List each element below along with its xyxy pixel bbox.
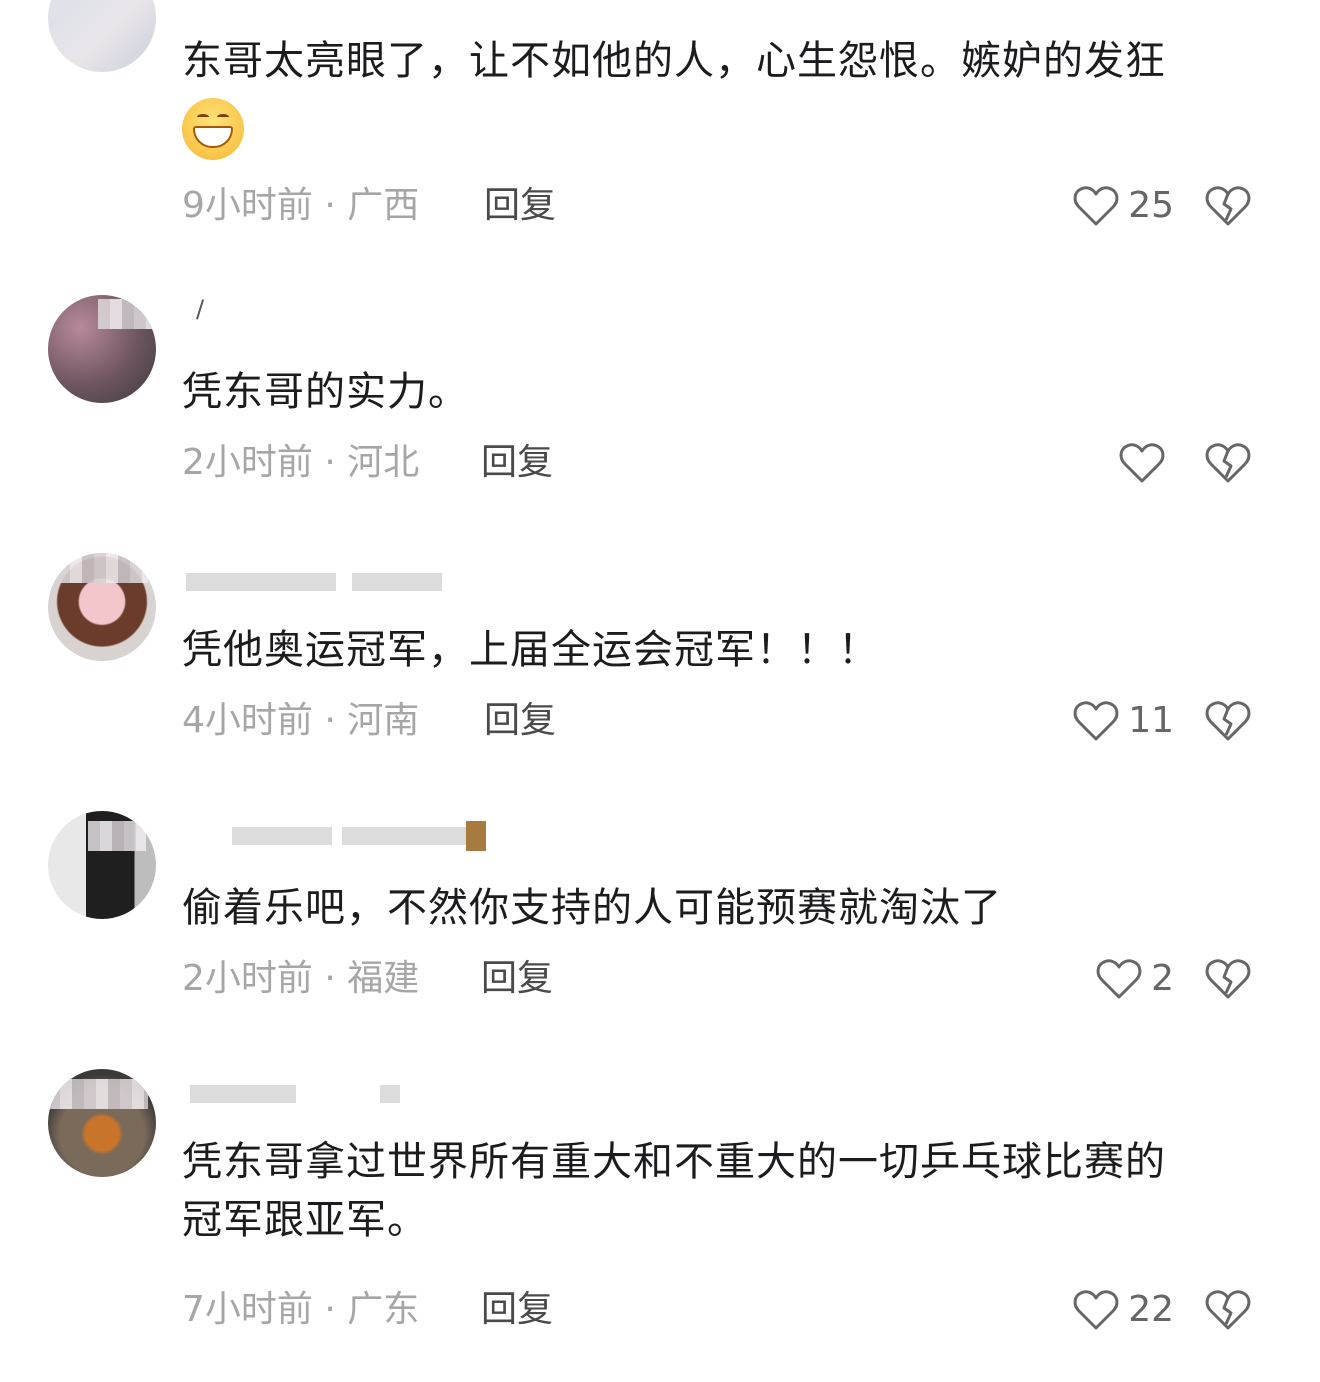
heart-outline-icon <box>1119 443 1165 483</box>
comment-meta: 4小时前 · 河南 回复 11 <box>182 699 1282 743</box>
comment-text: 凭东哥的实力。 <box>182 369 469 415</box>
like-button[interactable]: 25 <box>1072 184 1174 228</box>
reply-button[interactable]: 回复 <box>481 1288 553 1332</box>
avatar-blur <box>58 553 148 583</box>
broken-heart-icon <box>1205 959 1251 999</box>
dislike-button[interactable] <box>1204 441 1252 485</box>
grinning-face-icon <box>182 98 244 160</box>
comment-time-location: 4小时前 · 河南 <box>182 700 420 741</box>
reply-button[interactable]: 回复 <box>484 184 556 228</box>
dislike-button[interactable] <box>1204 1288 1252 1332</box>
like-button[interactable]: 11 <box>1072 699 1174 743</box>
username[interactable] <box>182 817 522 855</box>
heart-outline-icon <box>1096 959 1142 999</box>
username[interactable]: / <box>182 295 522 333</box>
comment-time-location: 9小时前 · 广西 <box>182 185 420 226</box>
heart-outline-icon <box>1073 701 1119 741</box>
username[interactable] <box>182 1075 522 1113</box>
dislike-button[interactable] <box>1204 699 1252 743</box>
comment-meta: 2小时前 · 河北 回复 <box>182 441 1282 485</box>
comment-meta: 2小时前 · 福建 回复 2 <box>182 957 1282 1001</box>
reply-button[interactable]: 回复 <box>481 957 553 1001</box>
reply-button[interactable]: 回复 <box>481 441 553 485</box>
comment-text: 凭他奥运冠军，上届全运会冠军！！！ <box>182 627 879 673</box>
comment-time-location: 7小时前 · 广东 <box>182 1289 420 1330</box>
heart-outline-icon <box>1073 186 1119 226</box>
comment-text: 凭东哥拿过世界所有重大和不重大的一切乒乓球比赛的 冠军跟亚军。 <box>182 1139 1166 1243</box>
broken-heart-icon <box>1205 1290 1251 1330</box>
comment-text: 东哥太亮眼了，让不如他的人，心生怨恨。嫉妒的发狂 <box>182 32 1272 160</box>
heart-outline-icon <box>1073 1290 1119 1330</box>
comment-text: 偷着乐吧，不然你支持的人可能预赛就淘汰了 <box>182 885 1002 931</box>
like-button[interactable]: 22 <box>1072 1288 1174 1332</box>
dislike-button[interactable] <box>1204 957 1252 1001</box>
like-button[interactable]: 2 <box>1095 957 1174 1001</box>
avatar[interactable] <box>48 295 156 403</box>
comment-time-location: 2小时前 · 福建 <box>182 958 420 999</box>
avatar-blur <box>88 821 146 851</box>
like-button[interactable] <box>1118 441 1174 485</box>
like-count: 2 <box>1151 958 1174 999</box>
like-count: 25 <box>1128 185 1174 226</box>
avatar[interactable] <box>48 1069 156 1177</box>
dislike-button[interactable] <box>1204 184 1252 228</box>
username[interactable] <box>182 553 522 591</box>
broken-heart-icon <box>1205 443 1251 483</box>
avatar-blur <box>98 299 156 329</box>
like-count: 22 <box>1128 1289 1174 1330</box>
avatar[interactable] <box>48 811 156 919</box>
avatar[interactable] <box>48 0 156 72</box>
like-count: 11 <box>1128 700 1174 741</box>
avatar[interactable] <box>48 553 156 661</box>
broken-heart-icon <box>1205 701 1251 741</box>
comment-meta: 7小时前 · 广东 回复 22 <box>182 1288 1282 1332</box>
broken-heart-icon <box>1205 186 1251 226</box>
avatar-blur <box>48 1079 148 1109</box>
comment-time-location: 2小时前 · 河北 <box>182 442 420 483</box>
reply-button[interactable]: 回复 <box>484 699 556 743</box>
comment-meta: 9小时前 · 广西 回复 25 <box>182 184 1282 228</box>
